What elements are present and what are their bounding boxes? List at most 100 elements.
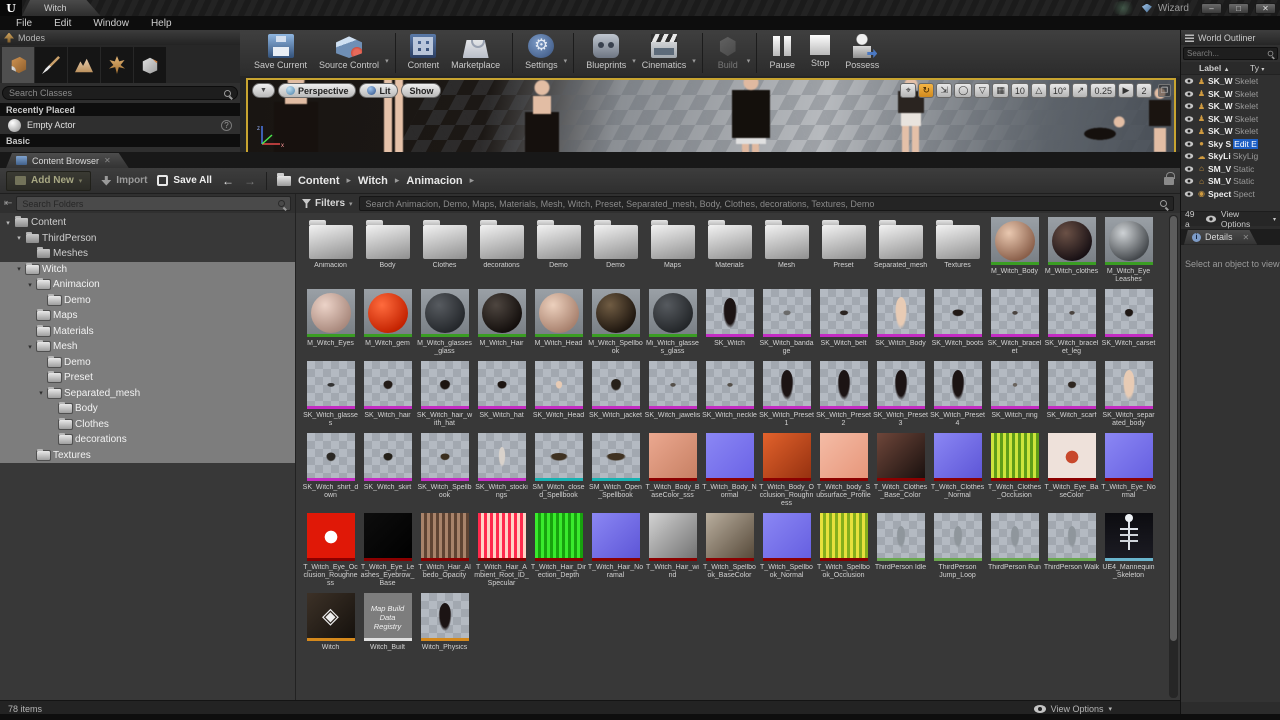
asset-tile[interactable]: SK_Witch xyxy=(701,289,758,356)
asset-tile[interactable]: M_Witch_Spellbook xyxy=(587,289,644,356)
asset-tile[interactable]: M_Witch_glasses_glass xyxy=(416,289,473,356)
outliner-search-input[interactable]: Search... xyxy=(1183,47,1278,60)
visibility-eye-icon[interactable] xyxy=(1185,191,1193,197)
menu-help[interactable]: Help xyxy=(141,18,182,29)
tree-item-animacion[interactable]: ▾Animacion xyxy=(0,277,295,293)
asset-tile[interactable]: Clothes xyxy=(416,217,473,284)
asset-tile[interactable]: SK_Witch_separated_body xyxy=(1100,361,1157,428)
recently-placed-header[interactable]: Recently Placed xyxy=(0,103,240,116)
asset-tile[interactable]: Separated_mesh xyxy=(872,217,929,284)
tree-item-demo[interactable]: Demo xyxy=(0,293,295,309)
landscape-mode-button[interactable] xyxy=(68,47,100,83)
asset-tile[interactable]: SK_Witch_Body xyxy=(872,289,929,356)
asset-tile[interactable]: M_Witch_Eyes xyxy=(302,289,359,356)
asset-tile[interactable]: Animacion xyxy=(302,217,359,284)
outliner-row[interactable]: ⌂SM_VStatic xyxy=(1181,163,1280,176)
search-classes-input[interactable]: Search Classes xyxy=(2,86,238,100)
asset-tile[interactable]: SK_Witch_hair xyxy=(359,361,416,428)
asset-tile[interactable]: T_Witch_Body_BaseColor_sss xyxy=(644,433,701,508)
asset-tile[interactable]: SM_Witch_closed_Spellbook xyxy=(530,433,587,508)
search-folders-input[interactable]: Search Folders xyxy=(16,196,291,211)
sources-toggle-icon[interactable]: ⇤ xyxy=(4,198,12,209)
asset-tile[interactable]: SK_Witch_bracelet xyxy=(986,289,1043,356)
asset-tile[interactable]: T_Witch_Spellbook_BaseColor xyxy=(701,513,758,588)
dropdown-icon[interactable]: ▾ xyxy=(747,57,751,65)
view-options-button[interactable]: View Options ▾ xyxy=(1034,704,1112,714)
scale-tool[interactable]: ⇲ xyxy=(936,83,952,98)
visibility-eye-icon[interactable] xyxy=(1185,178,1193,184)
asset-tile[interactable]: SK_Witch_stockings xyxy=(473,433,530,508)
asset-tile[interactable]: T_Witch_body_Subsurface_Profile xyxy=(815,433,872,508)
outliner-row[interactable]: ♟SK_WSkelet xyxy=(1181,113,1280,126)
tree-item-maps[interactable]: Maps xyxy=(0,308,295,324)
asset-tile[interactable]: ThirdPerson Run xyxy=(986,513,1043,588)
tree-item-mesh[interactable]: ▾Mesh xyxy=(0,339,295,355)
asset-tile[interactable]: SK_Witch_shirt_down xyxy=(302,433,359,508)
dropdown-icon[interactable]: ▾ xyxy=(564,57,568,65)
asset-tile[interactable]: Mesh xyxy=(758,217,815,284)
camera-speed[interactable]: ▶ xyxy=(1118,83,1134,98)
asset-tile[interactable]: ThirdPerson Walk xyxy=(1043,513,1100,588)
paint-mode-button[interactable] xyxy=(35,47,67,83)
asset-search-input[interactable]: Search Animacion, Demo, Maps, Materials,… xyxy=(359,196,1174,211)
label-column-header[interactable]: Label ▲ xyxy=(1181,63,1250,73)
source-control-button[interactable]: Source Control xyxy=(313,32,385,70)
save-all-button[interactable]: Save All xyxy=(157,175,212,186)
asset-tile[interactable]: SK_Witch_bandage xyxy=(758,289,815,356)
expand-arrow-icon[interactable]: ▾ xyxy=(4,219,12,227)
modes-header[interactable]: Modes xyxy=(0,30,240,45)
asset-tile[interactable]: T_Witch_Eye_Leashes_Eyebrow_Base xyxy=(359,513,416,588)
tree-item-separated_mesh[interactable]: ▾Separated_mesh xyxy=(0,386,295,402)
breadcrumb-witch[interactable]: Witch xyxy=(358,175,388,187)
close-tab-icon[interactable]: ✕ xyxy=(1243,233,1250,242)
asset-tile[interactable]: T_Witch_Eye_Occlusion_Roughness xyxy=(302,513,359,588)
asset-tile[interactable]: SK_Witch_belt xyxy=(815,289,872,356)
possess-button[interactable]: Possess xyxy=(839,32,885,70)
menu-window[interactable]: Window xyxy=(83,18,139,29)
visibility-eye-icon[interactable] xyxy=(1185,166,1193,172)
asset-tile[interactable]: T_Witch_Body_Occlusion_Roughness xyxy=(758,433,815,508)
asset-tile[interactable]: UE4_Mannequin_Skeleton xyxy=(1100,513,1157,588)
asset-tile[interactable]: Demo xyxy=(530,217,587,284)
asset-tile[interactable]: M_Witch_clothes xyxy=(1043,217,1100,284)
rotation-snap-value[interactable]: 10° xyxy=(1049,83,1071,98)
breadcrumb-animacion[interactable]: Animacion xyxy=(406,175,462,187)
visibility-eye-icon[interactable] xyxy=(1185,116,1193,122)
breadcrumb-content[interactable]: Content xyxy=(298,175,340,187)
asset-tile[interactable]: SK_Witch_ring xyxy=(986,361,1043,428)
move-tool[interactable]: ⌖ xyxy=(900,83,916,98)
asset-tile[interactable]: SK_Witch_carset xyxy=(1100,289,1157,356)
tree-item-materials[interactable]: Materials xyxy=(0,324,295,340)
import-button[interactable]: Import xyxy=(101,175,147,186)
show-button[interactable]: Show xyxy=(401,83,441,98)
asset-tile[interactable]: ◈Witch xyxy=(302,593,359,652)
asset-tile[interactable]: SK_Witch_bracelet_leg xyxy=(1043,289,1100,356)
pause-button[interactable]: Pause xyxy=(763,32,801,70)
perspective-button[interactable]: Perspective xyxy=(278,83,357,98)
asset-tile[interactable]: Body xyxy=(359,217,416,284)
marketplace-button[interactable]: Marketplace xyxy=(445,32,506,70)
tree-item-thirdperson[interactable]: ▾ThirdPerson xyxy=(0,231,295,247)
menu-file[interactable]: File xyxy=(6,18,42,29)
asset-tile[interactable]: Preset xyxy=(815,217,872,284)
asset-tile[interactable]: T_Witch_Eye_Normal xyxy=(1100,433,1157,508)
asset-tile[interactable]: T_Witch_Eye_BaseColor xyxy=(1043,433,1100,508)
asset-tile[interactable]: ThirdPerson Idle xyxy=(872,513,929,588)
asset-tile[interactable]: M_Witch_gem xyxy=(359,289,416,356)
back-button[interactable]: ← xyxy=(222,174,234,188)
asset-tile[interactable]: SK_Witch_Head xyxy=(530,361,587,428)
restore-button[interactable]: □ xyxy=(1228,3,1249,14)
outliner-row[interactable]: ♟SK_WSkelet xyxy=(1181,75,1280,88)
close-button[interactable]: ✕ xyxy=(1255,3,1276,14)
foliage-mode-button[interactable] xyxy=(101,47,133,83)
tree-item-demo[interactable]: Demo xyxy=(0,355,295,371)
asset-tile[interactable]: M_Witch_Body xyxy=(986,217,1043,284)
asset-tile[interactable]: SK_Witch_Preset3 xyxy=(872,361,929,428)
asset-tile[interactable]: M_Witch_Head xyxy=(530,289,587,356)
asset-tile[interactable]: SM_Witch_Open_Spellbook xyxy=(587,433,644,508)
camera-speed-value[interactable]: 2 xyxy=(1136,83,1152,98)
coordinate-system[interactable]: ◯ xyxy=(954,83,972,98)
asset-tile[interactable]: Map Build Data RegistryWitch_Built xyxy=(359,593,416,652)
tree-item-body[interactable]: Body xyxy=(0,401,295,417)
save-current-button[interactable]: Save Current xyxy=(248,32,313,70)
